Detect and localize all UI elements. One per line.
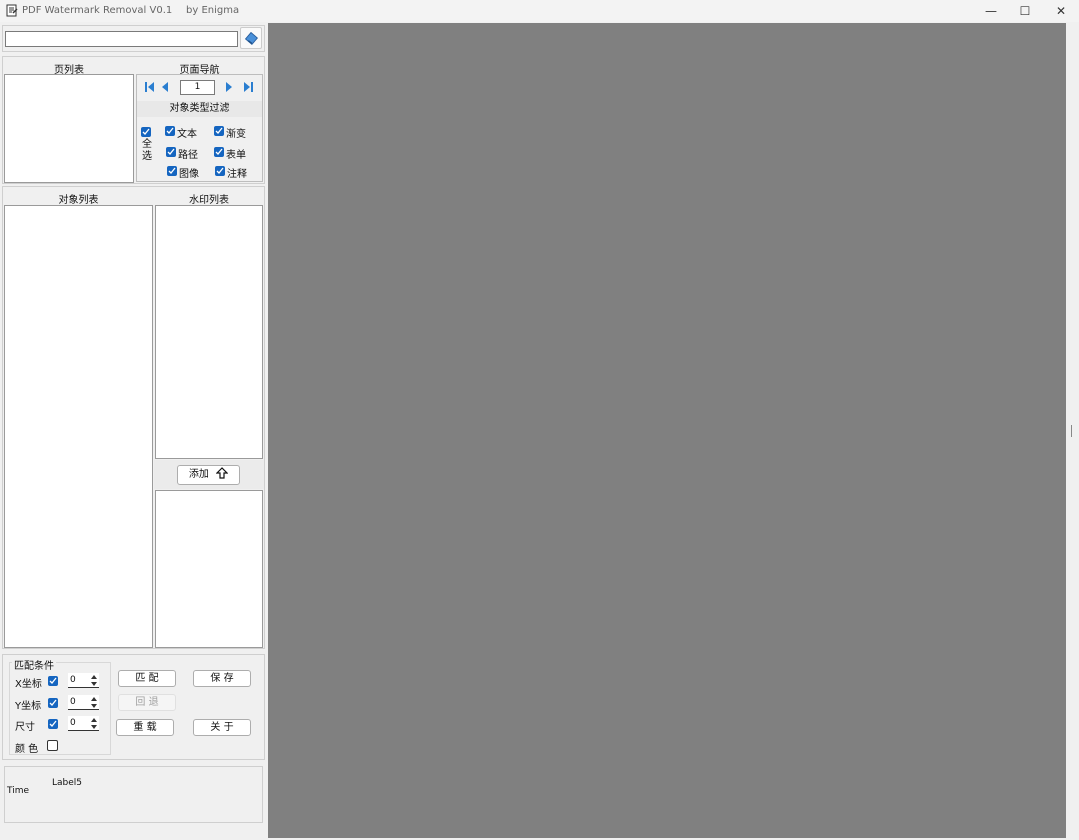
status-label: Label5 bbox=[52, 778, 83, 788]
close-button[interactable]: ✕ bbox=[1043, 0, 1079, 22]
next-page-button[interactable] bbox=[224, 81, 234, 93]
y-spinner-arrows-icon[interactable] bbox=[90, 696, 98, 709]
app-icon bbox=[6, 4, 18, 17]
add-button[interactable]: 添加 bbox=[177, 465, 240, 485]
first-page-button[interactable] bbox=[145, 81, 155, 93]
image-filter-checkbox[interactable] bbox=[167, 166, 177, 176]
first-page-icon bbox=[145, 82, 154, 92]
path-filter-label: 路径 bbox=[178, 150, 198, 161]
prev-page-button[interactable] bbox=[160, 81, 170, 93]
window-title: PDF Watermark Removal V0.1 bbox=[22, 5, 173, 16]
about-button[interactable]: 关 于 bbox=[193, 719, 251, 736]
text-filter-checkbox[interactable] bbox=[165, 126, 175, 136]
last-page-icon bbox=[244, 82, 253, 92]
minimize-button[interactable]: — bbox=[973, 0, 1009, 22]
gradient-filter-checkbox[interactable] bbox=[214, 126, 224, 136]
y-coordinate-label: Y坐标 bbox=[15, 701, 42, 712]
pdf-preview-area[interactable] bbox=[268, 23, 1066, 838]
color-label: 颜 色 bbox=[15, 744, 39, 755]
last-page-button[interactable] bbox=[243, 81, 253, 93]
prev-page-icon bbox=[162, 82, 168, 92]
watermark-list[interactable] bbox=[155, 205, 263, 459]
maximize-button[interactable]: ☐ bbox=[1007, 0, 1043, 22]
type-filter-title: 对象类型过滤 bbox=[137, 101, 262, 117]
image-filter-label: 图像 bbox=[179, 169, 199, 180]
page-number-input[interactable]: 1 bbox=[180, 80, 215, 95]
x-spinner-arrows-icon[interactable] bbox=[90, 674, 98, 687]
page-list[interactable] bbox=[4, 74, 134, 183]
match-button[interactable]: 匹 配 bbox=[118, 670, 176, 687]
reload-button[interactable]: 重 载 bbox=[116, 719, 174, 736]
size-label: 尺寸 bbox=[15, 722, 35, 733]
gradient-filter-label: 渐变 bbox=[226, 129, 246, 140]
file-path-input[interactable] bbox=[5, 31, 238, 47]
open-file-button[interactable] bbox=[240, 27, 262, 49]
time-label: Time bbox=[7, 786, 30, 796]
next-page-icon bbox=[226, 82, 232, 92]
match-conditions-label: 匹配条件 bbox=[12, 657, 56, 672]
y-coordinate-checkbox[interactable] bbox=[48, 698, 58, 708]
watermark-list-label: 水印列表 bbox=[189, 195, 229, 206]
select-all-label: 全选 bbox=[142, 139, 152, 162]
select-all-checkbox[interactable] bbox=[141, 127, 151, 137]
add-button-label: 添加 bbox=[188, 469, 209, 480]
window-author: by Enigma bbox=[186, 5, 240, 16]
x-coordinate-checkbox[interactable] bbox=[48, 676, 58, 686]
x-coordinate-label: X坐标 bbox=[15, 679, 42, 690]
splitter-handle[interactable] bbox=[1071, 425, 1072, 437]
object-list[interactable] bbox=[4, 205, 153, 648]
form-filter-label: 表单 bbox=[226, 150, 246, 161]
color-checkbox[interactable] bbox=[47, 740, 58, 751]
object-list-label: 对象列表 bbox=[58, 195, 99, 206]
size-spinner-arrows-icon[interactable] bbox=[90, 717, 98, 730]
rollback-button[interactable]: 回 退 bbox=[118, 694, 176, 711]
size-checkbox[interactable] bbox=[48, 719, 58, 729]
open-file-icon bbox=[244, 31, 259, 46]
path-filter-checkbox[interactable] bbox=[166, 147, 176, 157]
right-panel-strip bbox=[1066, 23, 1079, 838]
form-filter-checkbox[interactable] bbox=[214, 147, 224, 157]
status-group bbox=[4, 766, 263, 823]
save-button[interactable]: 保 存 bbox=[193, 670, 251, 687]
watermark-object-list[interactable] bbox=[155, 490, 263, 648]
text-filter-label: 文本 bbox=[177, 129, 197, 140]
annotation-filter-label: 注释 bbox=[227, 169, 247, 180]
arrow-up-icon bbox=[215, 467, 229, 479]
annotation-filter-checkbox[interactable] bbox=[215, 166, 225, 176]
